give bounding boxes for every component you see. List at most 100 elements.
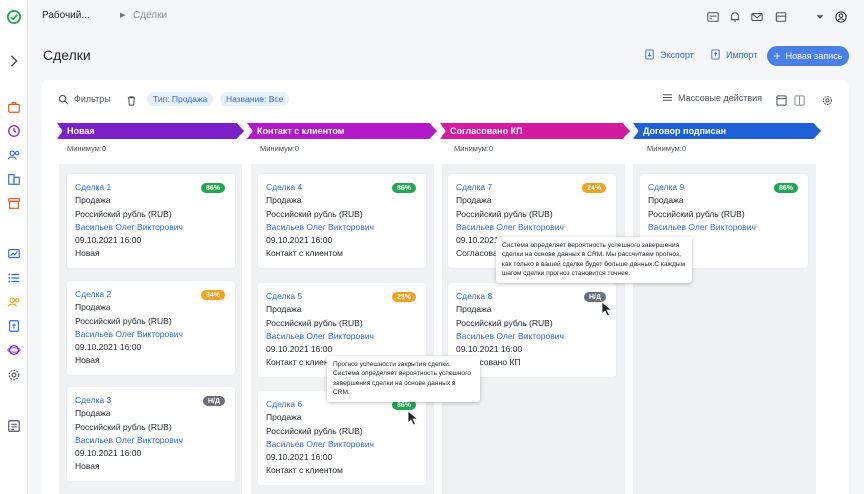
reports-icon[interactable] [6, 418, 22, 434]
probability-badge[interactable]: 86% [391, 183, 416, 193]
stage-name: Контакт с клиентом [257, 126, 345, 136]
mail-icon[interactable] [750, 10, 764, 24]
deal-type: Продажа [266, 304, 302, 315]
deal-owner[interactable]: Васильев Олег Викторович [75, 221, 227, 234]
import-label: Импорт [726, 49, 758, 60]
settings-gear-icon[interactable] [6, 367, 22, 383]
invoice-icon[interactable] [6, 318, 22, 334]
probability-badge[interactable]: 34% [200, 290, 225, 300]
deal-type: Продажа [456, 304, 492, 315]
stage-header-proposal[interactable]: Согласовано КП [440, 123, 630, 139]
analytics-icon[interactable] [6, 246, 22, 262]
contacts-icon[interactable] [6, 147, 22, 163]
deal-currency: Российский рубль (RUB) [456, 208, 553, 219]
mouse-cursor-icon [407, 410, 419, 426]
deal-stage: Новая [75, 461, 100, 472]
deal-currency: Российский рубль (RUB) [266, 317, 363, 328]
deal-owner[interactable]: Васильев Олег Викторович [456, 330, 608, 343]
deal-owner[interactable]: Васильев Олег Викторович [266, 221, 418, 234]
filters-button[interactable]: Фильтры [58, 92, 111, 106]
briefcase-icon[interactable] [6, 99, 22, 115]
deal-stage: Новая [75, 355, 100, 366]
deal-date: 09.10.2021 16:00 [456, 344, 523, 355]
deal-card[interactable]: Сделка 1 Продажа Российский рубль (RUB) Вас… [67, 174, 235, 268]
deal-currency: Российский рубль (RUB) [75, 421, 172, 432]
deal-date: 09.10.2021 16:00 [266, 344, 333, 355]
probability-badge[interactable]: 86% [773, 183, 798, 193]
deal-card[interactable]: Сделка 6 Продажа Российский рубль (RUB) Вас… [258, 391, 426, 485]
page-title: Сделки [43, 47, 91, 63]
deal-type: Продажа [456, 195, 492, 206]
calculator-icon[interactable] [706, 10, 720, 24]
stage-header-new[interactable]: Новая [57, 123, 244, 139]
list-icon[interactable] [6, 270, 22, 286]
board-settings-icon[interactable] [822, 93, 833, 111]
store-icon[interactable] [774, 10, 788, 24]
deal-type: Продажа [75, 408, 111, 419]
deal-owner[interactable]: Васильев Олег Викторович [456, 221, 608, 234]
probability-tooltip-body: Система определяет вероятность успешного… [333, 370, 472, 397]
deal-stage: Новая [75, 248, 100, 259]
user-avatar-icon[interactable] [834, 10, 848, 24]
buildings-icon[interactable] [6, 171, 22, 187]
deal-owner[interactable]: Васильев Олег Викторович [75, 328, 227, 341]
deal-type: Продажа [648, 195, 684, 206]
probability-tooltip-na: Система определяет вероятность успешного… [496, 237, 692, 283]
export-icon [645, 49, 654, 60]
probability-tooltip-title: Прогноз успешности закрытия сделки. [333, 361, 451, 368]
import-button[interactable]: Импорт [710, 49, 757, 60]
filters-label: Фильтры [74, 94, 111, 104]
deal-currency: Российский рубль (RUB) [648, 208, 745, 219]
deal-type: Продажа [266, 195, 302, 206]
filter-chip-name[interactable]: Название: Все [220, 92, 290, 106]
deal-owner[interactable]: Васильев Олег Викторович [266, 438, 418, 451]
stage-header-contact[interactable]: Контакт с клиентом [247, 123, 437, 139]
deal-card[interactable]: Сделка 2 Продажа Российский рубль (RUB) Вас… [67, 281, 235, 375]
archive-icon[interactable] [6, 195, 22, 211]
dropdown-caret-icon[interactable] [813, 10, 827, 24]
new-record-label: Новая запись [785, 51, 843, 61]
deal-owner[interactable]: Васильев Олег Викторович [266, 330, 418, 343]
planet-icon[interactable] [6, 342, 22, 358]
kanban-view-icon[interactable] [776, 93, 787, 111]
deal-date: 09.10.2021 16:00 [75, 235, 142, 246]
probability-badge[interactable]: 28% [391, 292, 416, 302]
team-icon[interactable] [6, 294, 22, 310]
deal-currency: Российский рубль (RUB) [266, 208, 363, 219]
stage-minimum: Минимум:0 [260, 144, 300, 153]
deal-card[interactable]: Сделка 4 Продажа Российский рубль (RUB) Вас… [258, 174, 426, 268]
breadcrumb-root[interactable]: Рабочий... [42, 10, 90, 21]
mouse-cursor-icon [601, 301, 613, 317]
notifications-bell-icon[interactable] [728, 10, 742, 24]
deal-owner[interactable]: Васильев Олег Викторович [75, 434, 227, 447]
bulk-list-icon [662, 94, 673, 101]
deal-currency: Российский рубль (RUB) [75, 315, 172, 326]
deal-card[interactable]: Сделка 3 Продажа Российский рубль (RUB) Вас… [67, 387, 235, 481]
stage-name: Новая [67, 126, 95, 136]
trash-icon[interactable] [126, 93, 137, 111]
columns-view-icon[interactable] [794, 93, 805, 111]
probability-badge[interactable]: 86% [200, 183, 225, 193]
probability-badge[interactable]: Н/Д [203, 396, 225, 406]
deal-owner[interactable]: Васильев Олег Викторович [648, 221, 800, 234]
deal-type: Продажа [75, 302, 111, 313]
app-logo-icon[interactable] [6, 9, 22, 25]
stage-minimum: Минимум:0 [454, 144, 494, 153]
expand-chevron-icon[interactable] [6, 53, 22, 69]
stage-name: Согласовано КП [450, 126, 523, 136]
deal-date: 09.10.2021 16:00 [75, 448, 142, 459]
clock-icon[interactable] [6, 123, 22, 139]
deal-type: Продажа [75, 195, 111, 206]
probability-tooltip: Прогноз успешности закрытия сделки. Сист… [327, 356, 480, 402]
filter-chip-type[interactable]: Тип: Продажа [147, 92, 214, 106]
deal-stage: Контакт с клиентом [266, 465, 343, 476]
new-record-button[interactable]: + Новая запись [767, 46, 849, 66]
deal-currency: Российский рубль (RUB) [75, 208, 172, 219]
probability-badge[interactable]: 24% [581, 183, 606, 193]
deal-currency: Российский рубль (RUB) [266, 425, 363, 436]
export-button[interactable]: Экспорт [644, 49, 694, 60]
bulk-actions-button[interactable]: Массовые действия [662, 92, 762, 103]
stage-name: Договор подписан [643, 126, 727, 136]
bulk-actions-label: Массовые действия [678, 92, 763, 103]
stage-header-signed[interactable]: Договор подписан [633, 123, 821, 139]
